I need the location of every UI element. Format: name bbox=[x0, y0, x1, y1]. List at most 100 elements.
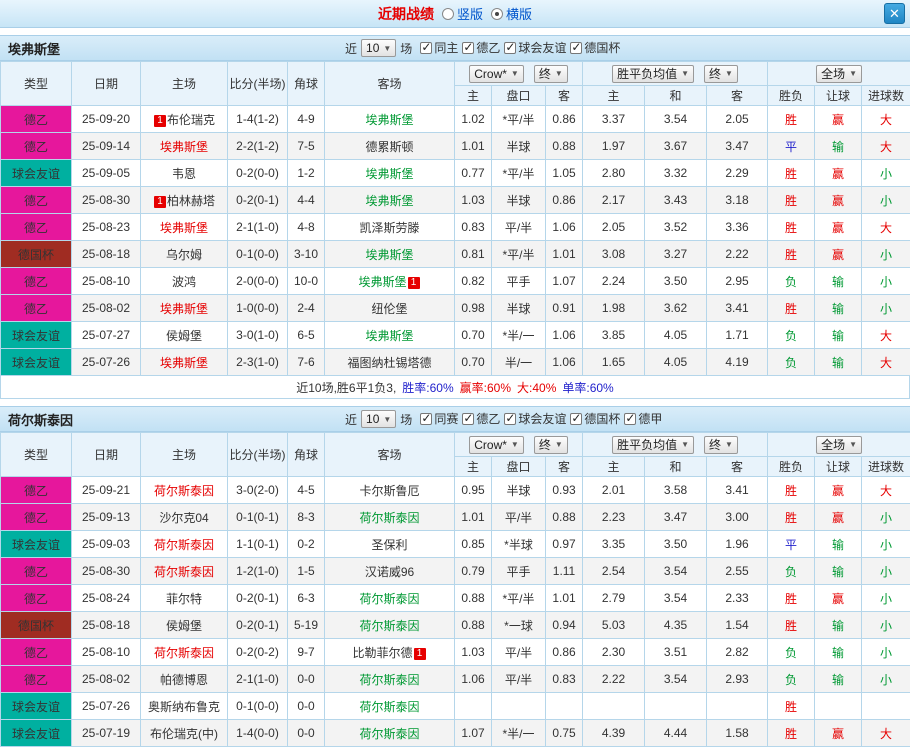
team-name-link[interactable]: 荷尔斯泰因 bbox=[359, 673, 419, 687]
home-team-cell: 埃弗斯堡 bbox=[140, 132, 228, 160]
result-wdl: 胜 bbox=[767, 186, 816, 214]
league-filter-checkboxes: 同赛 德乙 球会友谊 德国杯 德甲 bbox=[416, 410, 662, 428]
team-name-link[interactable]: 乌尔姆 bbox=[166, 248, 202, 262]
team-name-link[interactable]: 比勒菲尔德 bbox=[352, 646, 412, 660]
result-goals: 小 bbox=[861, 584, 910, 612]
team-name-link[interactable]: 纽伦堡 bbox=[371, 302, 407, 316]
team-name-link[interactable]: 波鸿 bbox=[172, 275, 196, 289]
team-name-link[interactable]: 沙尔克04 bbox=[159, 511, 208, 525]
filter-checkbox[interactable]: 德国杯 bbox=[570, 39, 620, 56]
filter-checkbox[interactable]: 球会友谊 bbox=[504, 39, 566, 56]
match-date: 25-08-10 bbox=[71, 638, 141, 666]
corner-score: 0-0 bbox=[287, 665, 325, 693]
odds-handicap: 平/半 bbox=[491, 638, 546, 666]
col-header-avg-draw: 和 bbox=[644, 85, 708, 106]
odds-handicap: *半球 bbox=[491, 530, 546, 558]
avg-home-odds: 1.97 bbox=[582, 132, 646, 160]
team-name-link[interactable]: 荷尔斯泰因 bbox=[359, 511, 419, 525]
filter-checkbox[interactable]: 同主 bbox=[420, 39, 458, 56]
final-odds-select[interactable]: 终 ▼ bbox=[533, 435, 568, 454]
col-header-score: 比分(半场) bbox=[227, 61, 288, 106]
team-name-link[interactable]: 埃弗斯堡 bbox=[365, 248, 413, 262]
avg-odds-select[interactable]: 胜平负均值 ▼ bbox=[612, 435, 695, 454]
team-name-link[interactable]: 荷尔斯泰因 bbox=[154, 565, 214, 579]
team-name-link[interactable]: 圣保利 bbox=[371, 538, 407, 552]
odds-handicap bbox=[491, 692, 546, 720]
result-wdl: 胜 bbox=[767, 611, 816, 639]
scope-select[interactable]: 全场 ▼ bbox=[816, 64, 863, 83]
match-count-select[interactable]: 10 ▼ bbox=[361, 410, 397, 428]
team-name-link[interactable]: 埃弗斯堡 bbox=[160, 221, 208, 235]
match-date: 25-07-27 bbox=[71, 321, 141, 349]
team-name-link[interactable]: 埃弗斯堡 bbox=[365, 329, 413, 343]
team-name-link[interactable]: 埃弗斯堡 bbox=[365, 113, 413, 127]
col-header-date: 日期 bbox=[71, 432, 141, 477]
team-name-link[interactable]: 凯泽斯劳滕 bbox=[359, 221, 419, 235]
filter-controls: 近 10▼ 场 同主 德乙 球会友谊 德国杯 bbox=[345, 39, 620, 57]
odds-away: 0.94 bbox=[544, 611, 584, 639]
team-name-link[interactable]: 埃弗斯堡 bbox=[358, 275, 406, 289]
match-row: 德国杯 25-08-18 侯姆堡 0-2(0-1) 5-19 荷尔斯泰因 0.8… bbox=[0, 611, 910, 639]
league-badge: 德乙 bbox=[0, 105, 72, 133]
col-header-odds-handicap: 盘口 bbox=[491, 85, 546, 106]
league-badge: 球会友谊 bbox=[0, 530, 72, 558]
match-count-select[interactable]: 10 ▼ bbox=[361, 39, 397, 57]
team-name-link[interactable]: 荷尔斯泰因 bbox=[154, 646, 214, 660]
bookmaker-select[interactable]: Crow* ▼ bbox=[469, 435, 524, 454]
bookmaker-select[interactable]: Crow* ▼ bbox=[469, 64, 524, 83]
team-name-link[interactable]: 福图纳杜锡塔德 bbox=[347, 356, 431, 370]
result-wdl: 胜 bbox=[767, 294, 816, 322]
filter-checkbox[interactable]: 同赛 bbox=[420, 410, 458, 427]
league-badge: 德乙 bbox=[0, 294, 72, 322]
team-name-link[interactable]: 埃弗斯堡 bbox=[365, 167, 413, 181]
team-name-link[interactable]: 奥斯纳布鲁克 bbox=[148, 700, 220, 714]
home-team-cell: 侯姆堡 bbox=[140, 321, 228, 349]
final-odds-select[interactable]: 终 ▼ bbox=[533, 64, 568, 83]
league-badge: 德乙 bbox=[0, 132, 72, 160]
team-name-link[interactable]: 卡尔斯鲁厄 bbox=[359, 484, 419, 498]
corner-score: 1-5 bbox=[287, 557, 325, 585]
layout-radio-horizontal[interactable]: 横版 bbox=[491, 4, 532, 23]
filter-checkbox[interactable]: 球会友谊 bbox=[504, 410, 566, 427]
near-label: 近 bbox=[345, 41, 358, 56]
rank-badge: 1 bbox=[407, 276, 420, 289]
final-avg-select[interactable]: 终 ▼ bbox=[704, 64, 738, 83]
team-name-link[interactable]: 侯姆堡 bbox=[166, 619, 202, 633]
section-header: 埃弗斯堡 近 10▼ 场 同主 德乙 球会友谊 德国杯 bbox=[0, 35, 910, 61]
team-name-link[interactable]: 埃弗斯堡 bbox=[160, 140, 208, 154]
match-date: 25-09-05 bbox=[71, 159, 141, 187]
team-name-link[interactable]: 布伦瑞克(中) bbox=[150, 727, 218, 741]
team-name-link[interactable]: 侯姆堡 bbox=[166, 329, 202, 343]
team-name-link[interactable]: 布伦瑞克 bbox=[167, 113, 215, 127]
avg-odds-select[interactable]: 胜平负均值 ▼ bbox=[612, 64, 695, 83]
filter-checkbox[interactable]: 德乙 bbox=[462, 410, 500, 427]
team-name-link[interactable]: 埃弗斯堡 bbox=[160, 356, 208, 370]
filter-checkbox[interactable]: 德国杯 bbox=[570, 410, 620, 427]
away-team-cell: 荷尔斯泰因 bbox=[324, 665, 455, 693]
team-name-link[interactable]: 菲尔特 bbox=[166, 592, 202, 606]
layout-radio-vertical[interactable]: 竖版 bbox=[441, 4, 483, 23]
team-name-link[interactable]: 荷尔斯泰因 bbox=[359, 619, 419, 633]
team-name-link[interactable]: 德累斯顿 bbox=[365, 140, 413, 154]
team-name-link[interactable]: 帕德博恩 bbox=[160, 673, 208, 687]
home-team-cell: 布伦瑞克(中) bbox=[140, 719, 228, 747]
team-name-link[interactable]: 荷尔斯泰因 bbox=[359, 727, 419, 741]
team-name-link[interactable]: 埃弗斯堡 bbox=[160, 302, 208, 316]
team-name-link[interactable]: 埃弗斯堡 bbox=[365, 194, 413, 208]
team-name-link[interactable]: 荷尔斯泰因 bbox=[154, 538, 214, 552]
result-wdl: 负 bbox=[767, 348, 816, 376]
team-name-link[interactable]: 荷尔斯泰因 bbox=[154, 484, 214, 498]
odds-home: 1.06 bbox=[454, 665, 492, 693]
team-name-link[interactable]: 荷尔斯泰因 bbox=[359, 700, 419, 714]
corner-score: 6-5 bbox=[287, 321, 325, 349]
team-name-link[interactable]: 汉诺威96 bbox=[365, 565, 414, 579]
filter-checkbox[interactable]: 德乙 bbox=[462, 39, 500, 56]
team-name-link[interactable]: 荷尔斯泰因 bbox=[359, 592, 419, 606]
team-name-link[interactable]: 韦恩 bbox=[172, 167, 196, 181]
section-header: 荷尔斯泰因 近 10▼ 场 同赛 德乙 球会友谊 德国杯 德甲 bbox=[0, 406, 910, 432]
filter-checkbox[interactable]: 德甲 bbox=[624, 410, 662, 427]
close-button[interactable]: ✕ bbox=[884, 3, 905, 24]
final-avg-select[interactable]: 终 ▼ bbox=[704, 435, 738, 454]
scope-select[interactable]: 全场 ▼ bbox=[816, 435, 863, 454]
team-name-link[interactable]: 柏林赫塔 bbox=[167, 194, 215, 208]
